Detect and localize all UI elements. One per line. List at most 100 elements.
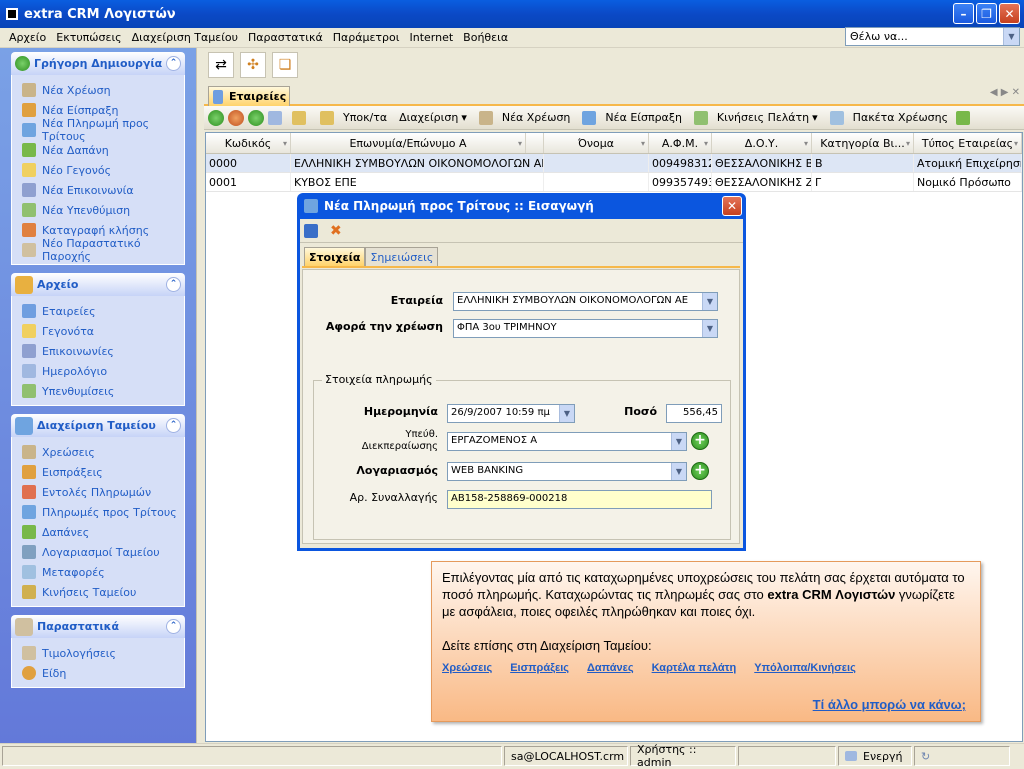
col-category[interactable]: Κατηγορία Βι... ▾ (812, 133, 914, 153)
sidebar-item-new-payment[interactable]: Νέα Πληρωμή προς Τρίτους (22, 117, 184, 143)
link-receipts[interactable]: Εισπράξεις (510, 660, 569, 677)
refresh-icon[interactable] (228, 109, 244, 126)
sidebar-item-companies[interactable]: Εταιρείες (22, 301, 184, 321)
add-icon[interactable] (208, 109, 224, 126)
packages-button[interactable]: Πακέτα Χρέωσης (826, 110, 952, 125)
tab-notes[interactable]: Σημειώσεις (365, 247, 439, 266)
col-blank[interactable] (526, 133, 544, 153)
collapse-icon[interactable]: ⌃ (166, 56, 181, 71)
windows-button[interactable]: ❏ (272, 52, 298, 78)
export-icon[interactable] (956, 110, 971, 125)
charge-combo[interactable]: ΦΠΑ 3ου ΤΡΙΜΗΝΟΥ ▼ (453, 319, 718, 338)
menu-help[interactable]: Βοήθεια (458, 31, 513, 44)
filter-arrow-icon[interactable]: ▾ (283, 139, 287, 148)
menu-parameters[interactable]: Παράμετροι (328, 31, 405, 44)
manage-button[interactable]: Διαχείριση ▾ (395, 111, 471, 124)
menu-documents[interactable]: Παραστατικά (243, 31, 328, 44)
menu-prints[interactable]: Εκτυπώσεις (51, 31, 126, 44)
folder-icon[interactable] (292, 110, 306, 125)
collapse-icon[interactable]: ⌃ (166, 277, 181, 292)
collapse-icon[interactable]: ⌃ (166, 619, 181, 634)
filter-arrow-icon[interactable]: ▾ (704, 139, 708, 148)
sidebar-item-reminders[interactable]: Υπενθυμίσεις (22, 381, 184, 401)
sidebar-item-cash-accounts[interactable]: Λογαριασμοί Ταμείου (22, 542, 184, 562)
dialog-title-bar[interactable]: Νέα Πληρωμή προς Τρίτους :: Εισαγωγή (300, 193, 743, 219)
link-expenses[interactable]: Δαπάνες (587, 660, 634, 677)
menu-cash[interactable]: Διαχείριση Ταμείου (127, 31, 243, 44)
sidebar-item-new-event[interactable]: Νέο Γεγονός (22, 160, 184, 180)
sidebar-item-new-service-document[interactable]: Νέο Παραστατικό Παροχής (22, 237, 184, 263)
minimize-button[interactable]: – (953, 3, 974, 24)
collapse-icon[interactable]: ⌃ (166, 418, 181, 433)
menu-file[interactable]: Αρχείο (4, 31, 51, 44)
account-combo[interactable]: WEB BANKING ▼ (447, 462, 687, 481)
splitter[interactable] (196, 48, 204, 743)
sidebar-item-new-communication[interactable]: Νέα Επικοινωνία (22, 180, 184, 200)
sidebar-item-new-reminder[interactable]: Νέα Υπενθύμιση (22, 200, 184, 220)
chevron-down-icon[interactable]: ▼ (702, 320, 717, 337)
sidebar-item-cash-movements[interactable]: Κινήσεις Ταμείου (22, 582, 184, 602)
chevron-down-icon[interactable]: ▼ (1003, 28, 1019, 45)
chevron-down-icon[interactable]: ▼ (671, 463, 686, 480)
menu-internet[interactable]: Internet (404, 31, 458, 44)
panel-header[interactable]: Γρήγορη Δημιουργία ⌃ (11, 52, 185, 75)
add-account-button[interactable]: + (691, 462, 709, 480)
col-tax-office[interactable]: Δ.Ο.Υ. ▾ (712, 133, 812, 153)
table-row[interactable]: 0000 ΕΛΛΗΝΙΚΗ ΣΥΜΒΟΥΛΩΝ ΟΙΚΟΝΟΜΟΛΟΓΩΝ ΑΕ… (206, 154, 1022, 173)
chevron-down-icon[interactable]: ▼ (671, 433, 686, 450)
amount-input[interactable]: 556,45 (666, 404, 722, 423)
link-client-card[interactable]: Καρτέλα πελάτη (652, 660, 737, 677)
cancel-icon[interactable]: ✖ (330, 223, 342, 239)
add-handler-button[interactable]: + (691, 432, 709, 450)
sidebar-item-new-charge[interactable]: Νέα Χρέωση (22, 80, 184, 100)
sidebar-item-payment-orders[interactable]: Εντολές Πληρωμών (22, 482, 184, 502)
company-combo[interactable]: ΕΛΛΗΝΙΚΗ ΣΥΜΒΟΥΛΩΝ ΟΙΚΟΝΟΜΟΛΟΓΩΝ ΑΕ ▼ (453, 292, 718, 311)
client-moves-button[interactable]: Κινήσεις Πελάτη ▾ (690, 110, 822, 125)
panel-header[interactable]: Αρχείο ⌃ (11, 273, 185, 296)
transaction-input[interactable]: AB158-258869-000218 (447, 490, 712, 509)
sidebar-item-expenses[interactable]: Δαπάνες (22, 522, 184, 542)
sidebar-item-items[interactable]: Είδη (22, 663, 184, 683)
filter-arrow-icon[interactable]: ▾ (641, 139, 645, 148)
search-combo[interactable]: Θέλω να... ▼ (845, 27, 1020, 46)
link-charges[interactable]: Χρεώσεις (442, 660, 492, 677)
sidebar-item-charges[interactable]: Χρεώσεις (22, 442, 184, 462)
dialog-close-button[interactable]: ✕ (722, 196, 742, 216)
tab-nav[interactable]: ◀ ▶ ✕ (990, 87, 1020, 98)
panel-header[interactable]: Παραστατικά ⌃ (11, 615, 185, 638)
date-picker[interactable]: 26/9/2007 10:59 πμ ▼ (447, 404, 575, 423)
sidebar-item-invoices[interactable]: Τιμολογήσεις (22, 643, 184, 663)
sidebar-item-new-expense[interactable]: Νέα Δαπάνη (22, 140, 184, 160)
close-button[interactable]: ✕ (999, 3, 1020, 24)
filter-icon[interactable] (268, 110, 282, 125)
col-first-name[interactable]: Όνομα ▾ (544, 133, 649, 153)
save-icon[interactable] (304, 223, 318, 238)
remove-icon[interactable] (248, 109, 264, 126)
filter-arrow-icon[interactable]: ▾ (518, 139, 522, 148)
sidebar-item-third-party-payments[interactable]: Πληρωμές προς Τρίτους (22, 502, 184, 522)
restore-button[interactable]: ❐ (976, 3, 997, 24)
new-receipt-button[interactable]: Νέα Είσπραξη (578, 110, 686, 125)
col-company-type[interactable]: Τύπος Εταιρείας ▾ (914, 133, 1022, 153)
chevron-down-icon[interactable]: ▼ (559, 405, 574, 422)
sidebar-item-transfers[interactable]: Μεταφορές (22, 562, 184, 582)
link-what-else[interactable]: Τί άλλο μπορώ να κάνω; (813, 696, 966, 713)
network-button[interactable]: ✣ (240, 52, 266, 78)
new-charge-button[interactable]: Νέα Χρέωση (475, 110, 575, 125)
table-row[interactable]: 0001 ΚΥΒΟΣ ΕΠΕ 099357493 ΘΕΣΣΑΛΟΝΙΚΗΣ Ζ'… (206, 173, 1022, 192)
filter-arrow-icon[interactable]: ▾ (1014, 139, 1018, 148)
link-balances[interactable]: Υπόλοιπα/Κινήσεις (754, 660, 856, 677)
sidebar-item-receipts[interactable]: Εισπράξεις (22, 462, 184, 482)
sidebar-item-calendar[interactable]: Ημερολόγιο (22, 361, 184, 381)
filter-arrow-icon[interactable]: ▾ (906, 139, 910, 148)
panel-header[interactable]: Διαχείριση Ταμείου ⌃ (11, 414, 185, 437)
filter-arrow-icon[interactable]: ▾ (804, 139, 808, 148)
sidebar-item-events[interactable]: Γεγονότα (22, 321, 184, 341)
tab-details[interactable]: Στοιχεία (304, 247, 366, 266)
switch-arrows-button[interactable]: ⇄ (208, 52, 234, 78)
col-code[interactable]: Κωδικός ▾ (206, 133, 291, 153)
col-vat[interactable]: Α.Φ.Μ. ▾ (649, 133, 712, 153)
handler-combo[interactable]: ΕΡΓΑΖΟΜΕΝΟΣ Α ▼ (447, 432, 687, 451)
prospects-button[interactable]: Υποκ/τα (316, 110, 391, 125)
col-name[interactable]: Επωνυμία/Επώνυμο Α ▾ (291, 133, 526, 153)
